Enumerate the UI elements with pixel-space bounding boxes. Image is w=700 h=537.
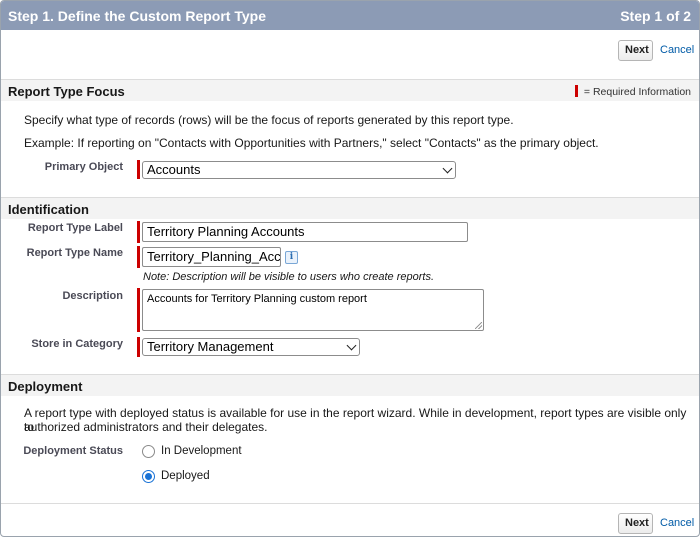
primary-object-label: Primary Object xyxy=(44,161,123,173)
required-marker xyxy=(137,288,140,332)
section-report-type-focus: Report Type Focus = Required Information xyxy=(1,79,699,101)
report-type-label-input[interactable]: Territory Planning Accounts xyxy=(142,222,468,242)
next-button-bottom[interactable]: Next xyxy=(618,513,653,534)
required-marker xyxy=(137,246,140,268)
required-legend: = Required Information xyxy=(574,85,691,98)
category-value: Territory Management xyxy=(147,339,274,354)
chevron-down-icon xyxy=(442,163,453,174)
wizard-title: Step 1. Define the Custom Report Type xyxy=(8,8,266,24)
next-button-top[interactable]: Next xyxy=(618,40,653,61)
section-title: Identification xyxy=(8,202,89,217)
description-value: Accounts for Territory Planning custom r… xyxy=(147,293,367,305)
required-marker xyxy=(137,221,140,243)
section-title: Report Type Focus xyxy=(8,84,125,99)
report-type-label-label: Report Type Label xyxy=(27,222,123,234)
focus-description: Specify what type of records (rows) will… xyxy=(24,113,514,127)
focus-example: Example: If reporting on "Contacts with … xyxy=(24,136,599,150)
info-icon[interactable]: i xyxy=(285,251,298,264)
radio-deployed[interactable] xyxy=(142,470,155,483)
radio-in-development[interactable] xyxy=(142,445,155,458)
primary-object-select[interactable]: Accounts xyxy=(142,161,456,179)
wizard-panel: Step 1. Define the Custom Report Type St… xyxy=(0,0,700,537)
cancel-link-top[interactable]: Cancel xyxy=(660,44,694,56)
report-type-name-input[interactable]: Territory_Planning_Acc xyxy=(142,247,281,267)
step-indicator: Step 1 of 2 xyxy=(620,8,691,24)
section-deployment: Deployment xyxy=(1,374,699,396)
category-select[interactable]: Territory Management xyxy=(142,338,360,356)
deployment-status-label: Deployment Status xyxy=(23,445,123,457)
report-type-name-label: Report Type Name xyxy=(26,247,123,259)
required-marker xyxy=(137,160,140,179)
resize-grip-icon[interactable] xyxy=(475,322,482,329)
section-identification: Identification xyxy=(1,197,699,219)
description-label: Description xyxy=(62,290,123,302)
chevron-down-icon xyxy=(346,340,357,351)
radio-label-in-development[interactable]: In Development xyxy=(161,445,242,457)
section-title: Deployment xyxy=(8,379,83,394)
required-marker xyxy=(137,337,140,357)
deployment-description-line2: authorized administrators and their dele… xyxy=(24,420,268,434)
footer-divider xyxy=(1,503,699,504)
description-note: Note: Description will be visible to use… xyxy=(143,271,435,283)
primary-object-value: Accounts xyxy=(147,162,201,177)
required-indicator xyxy=(574,85,578,97)
cancel-link-bottom[interactable]: Cancel xyxy=(660,517,694,529)
store-in-category-label: Store in Category xyxy=(31,338,123,350)
radio-label-deployed[interactable]: Deployed xyxy=(161,470,210,482)
description-textarea[interactable]: Accounts for Territory Planning custom r… xyxy=(142,289,484,331)
wizard-header: Step 1. Define the Custom Report Type St… xyxy=(1,1,699,30)
required-legend-text: = Required Information xyxy=(583,86,691,98)
